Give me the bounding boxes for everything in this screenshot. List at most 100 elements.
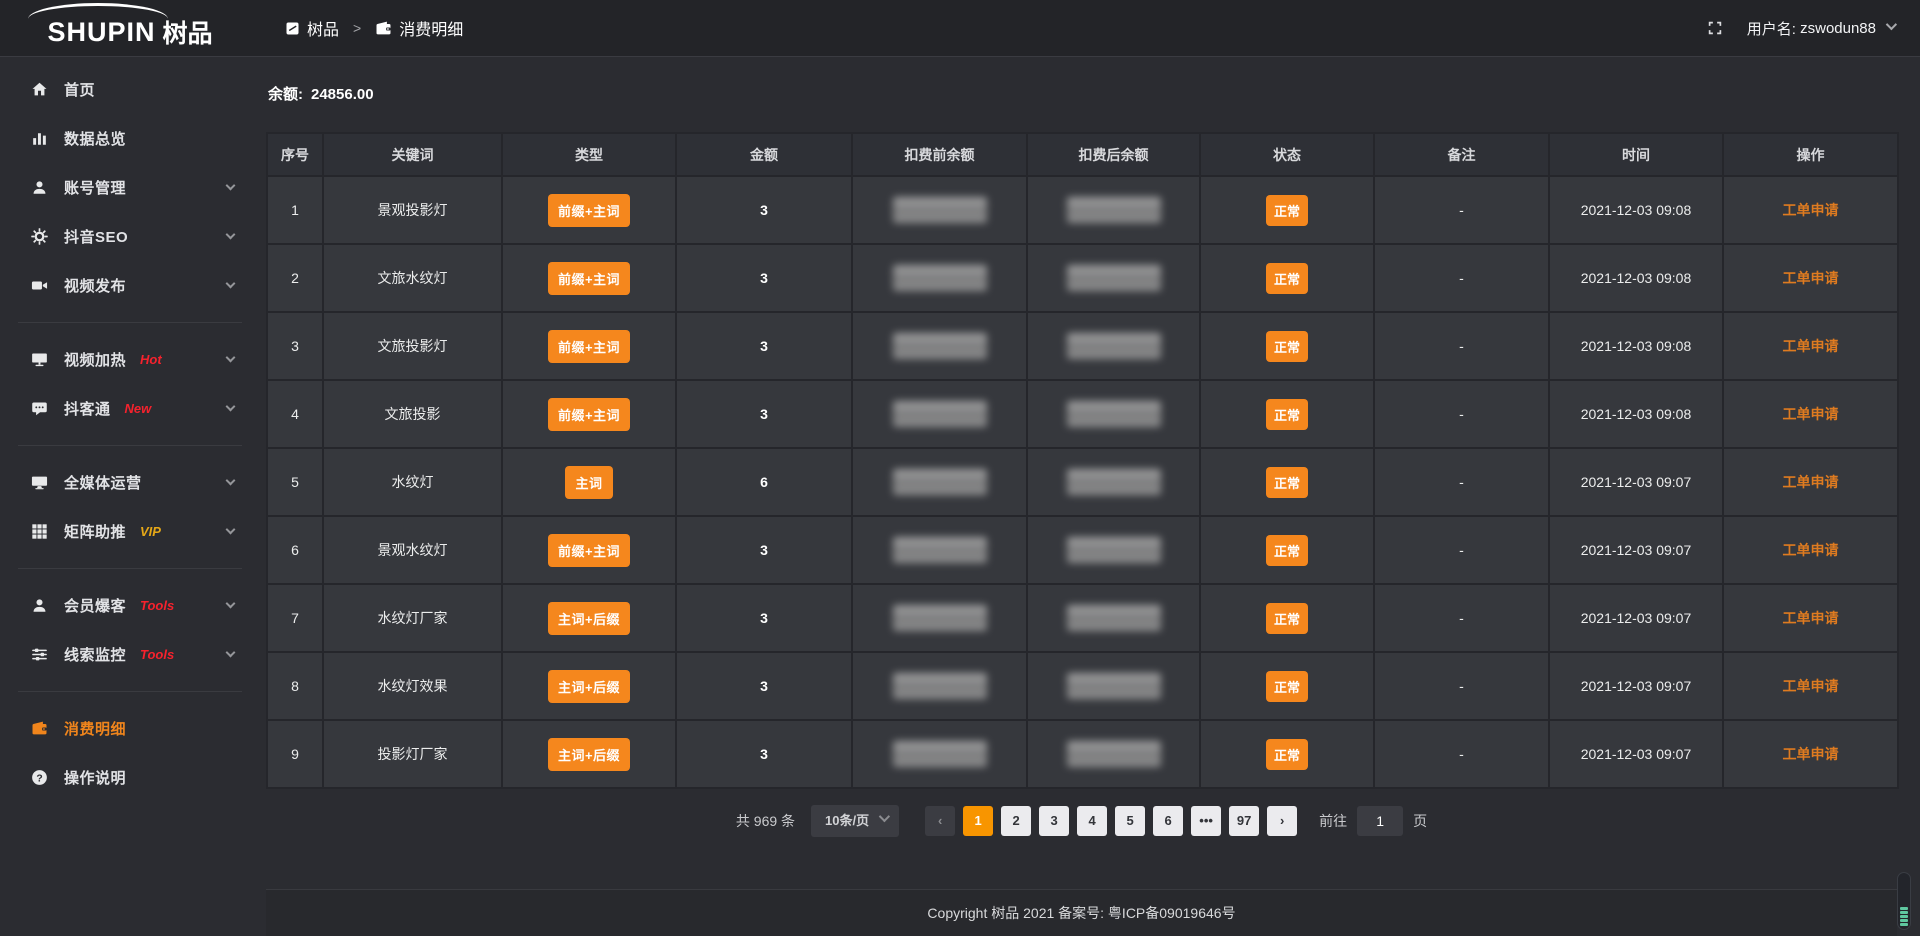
cell-amount: 3 — [676, 720, 852, 788]
breadcrumb-item-home[interactable]: 树品 — [307, 16, 339, 40]
logo-arc — [28, 3, 168, 19]
chevron-down-icon — [226, 599, 236, 609]
sidebar-item-badge: VIP — [140, 524, 161, 539]
page-size-select[interactable]: 10条/页 — [811, 805, 899, 837]
cell-keyword: 景观投影灯 — [323, 176, 502, 244]
status-badge: 正常 — [1266, 603, 1308, 634]
cell-note: - — [1374, 652, 1549, 720]
cell-status: 正常 — [1200, 720, 1374, 788]
username-label: 用户名: — [1747, 18, 1796, 39]
page-button-1[interactable]: 1 — [963, 806, 993, 836]
cell-action: 工单申请 — [1723, 244, 1898, 312]
cell-balance-after — [1027, 312, 1200, 380]
sidebar-item-线索监控[interactable]: 线索监控 Tools — [0, 630, 260, 679]
ticket-request-link[interactable]: 工单申请 — [1783, 406, 1839, 422]
cell-type: 主词+后缀 — [502, 584, 676, 652]
user-menu[interactable]: 用户名: zswodun88 — [1747, 18, 1894, 39]
next-page-button[interactable]: › — [1267, 806, 1297, 836]
page-button-•••[interactable]: ••• — [1191, 806, 1221, 836]
sidebar-item-badge: New — [125, 401, 152, 416]
cell-note: - — [1374, 244, 1549, 312]
page-button-4[interactable]: 4 — [1077, 806, 1107, 836]
cell-action: 工单申请 — [1723, 516, 1898, 584]
breadcrumb: 树品 > 消费明细 — [285, 16, 463, 40]
chevron-down-icon — [226, 181, 236, 191]
page-button-97[interactable]: 97 — [1229, 806, 1259, 836]
sidebar-item-抖客通[interactable]: 抖客通New — [0, 384, 260, 433]
sidebar-item-账号管理[interactable]: 账号管理 — [0, 163, 260, 212]
cell-balance-before — [852, 516, 1027, 584]
cell-keyword: 文旅投影 — [323, 380, 502, 448]
cell-time: 2021-12-03 09:08 — [1549, 380, 1723, 448]
table-row: 8水纹灯效果主词+后缀3正常-2021-12-03 09:07工单申请 — [267, 652, 1898, 720]
page-button-5[interactable]: 5 — [1115, 806, 1145, 836]
ticket-request-link[interactable]: 工单申请 — [1783, 542, 1839, 558]
sidebar-item-label: 线索监控 — [64, 644, 126, 665]
sidebar-divider — [18, 691, 242, 692]
corner-scroll-widget[interactable] — [1897, 872, 1911, 930]
status-badge: 正常 — [1266, 195, 1308, 226]
blurred-balance-before — [893, 401, 987, 427]
sidebar-item-视频加热[interactable]: 视频加热Hot — [0, 335, 260, 384]
cell-index: 6 — [267, 516, 323, 584]
sidebar-item-矩阵助推[interactable]: 矩阵助推 VIP — [0, 507, 260, 556]
blurred-balance-before — [893, 333, 987, 359]
sliders-icon — [30, 646, 49, 663]
blurred-balance-before — [893, 197, 987, 223]
cell-amount: 3 — [676, 312, 852, 380]
status-badge: 正常 — [1266, 399, 1308, 430]
sidebar-item-抖音SEO[interactable]: 抖音SEO — [0, 212, 260, 261]
sidebar-item-badge: Tools — [140, 647, 174, 662]
topbar: SHUPIN 树品 树品 > 消费明细 用户名: zswodun88 — [0, 0, 1920, 57]
ticket-request-link[interactable]: 工单申请 — [1783, 678, 1839, 694]
ticket-request-link[interactable]: 工单申请 — [1783, 610, 1839, 626]
status-badge: 正常 — [1266, 739, 1308, 770]
main-content: 余额:24856.00 序号关键词类型金额扣费前余额扣费后余额状态备注时间操作 … — [260, 57, 1920, 936]
sidebar-item-全媒体运营[interactable]: 全媒体运营 — [0, 458, 260, 507]
sidebar-item-会员爆客[interactable]: 会员爆客Tools — [0, 581, 260, 630]
chart-icon — [30, 130, 49, 147]
column-header: 关键词 — [323, 133, 502, 176]
balance-label: 余额: — [268, 86, 303, 103]
ticket-request-link[interactable]: 工单申请 — [1783, 474, 1839, 490]
sidebar-item-label: 矩阵助推 — [64, 521, 126, 542]
ticket-request-link[interactable]: 工单申请 — [1783, 338, 1839, 354]
logo-text-cn: 树品 — [163, 14, 213, 50]
column-header: 扣费后余额 — [1027, 133, 1200, 176]
sidebar-item-数据总览[interactable]: 数据总览 — [0, 114, 260, 163]
sidebar-item-消费明细[interactable]: 消费明细 — [0, 704, 260, 753]
cell-type: 前缀+主词 — [502, 516, 676, 584]
cell-index: 3 — [267, 312, 323, 380]
cell-keyword: 水纹灯效果 — [323, 652, 502, 720]
sidebar-item-label: 视频加热 — [64, 349, 126, 370]
cell-balance-after — [1027, 652, 1200, 720]
cell-balance-before — [852, 448, 1027, 516]
sidebar-item-视频发布[interactable]: 视频发布 — [0, 261, 260, 310]
copyright-text: Copyright 树品 2021 备案号: 粤ICP备09019646号 — [927, 903, 1235, 923]
pagination-total: 共 969 条 — [736, 811, 795, 831]
ticket-request-link[interactable]: 工单申请 — [1783, 202, 1839, 218]
sidebar-item-操作说明[interactable]: ?操作说明 — [0, 753, 260, 802]
page-button-2[interactable]: 2 — [1001, 806, 1031, 836]
ticket-request-link[interactable]: 工单申请 — [1783, 270, 1839, 286]
grid-icon — [30, 523, 49, 540]
cell-balance-after — [1027, 720, 1200, 788]
goto-page-input[interactable] — [1357, 806, 1403, 836]
cell-balance-before — [852, 584, 1027, 652]
ticket-request-link[interactable]: 工单申请 — [1783, 746, 1839, 762]
page-button-3[interactable]: 3 — [1039, 806, 1069, 836]
page-button-6[interactable]: 6 — [1153, 806, 1183, 836]
monitor-icon — [30, 474, 49, 491]
chevron-down-icon — [226, 476, 236, 486]
chevron-down-icon — [226, 353, 236, 363]
cell-note: - — [1374, 720, 1549, 788]
chevron-down-icon — [226, 648, 236, 658]
blurred-balance-before — [893, 537, 987, 563]
cell-index: 7 — [267, 584, 323, 652]
prev-page-button[interactable]: ‹ — [925, 806, 955, 836]
sidebar-item-label: 会员爆客 — [64, 595, 126, 616]
fullscreen-icon[interactable] — [1707, 20, 1723, 36]
sidebar-item-首页[interactable]: 首页 — [0, 65, 260, 114]
table-header-row: 序号关键词类型金额扣费前余额扣费后余额状态备注时间操作 — [267, 133, 1898, 176]
blurred-balance-before — [893, 741, 987, 767]
